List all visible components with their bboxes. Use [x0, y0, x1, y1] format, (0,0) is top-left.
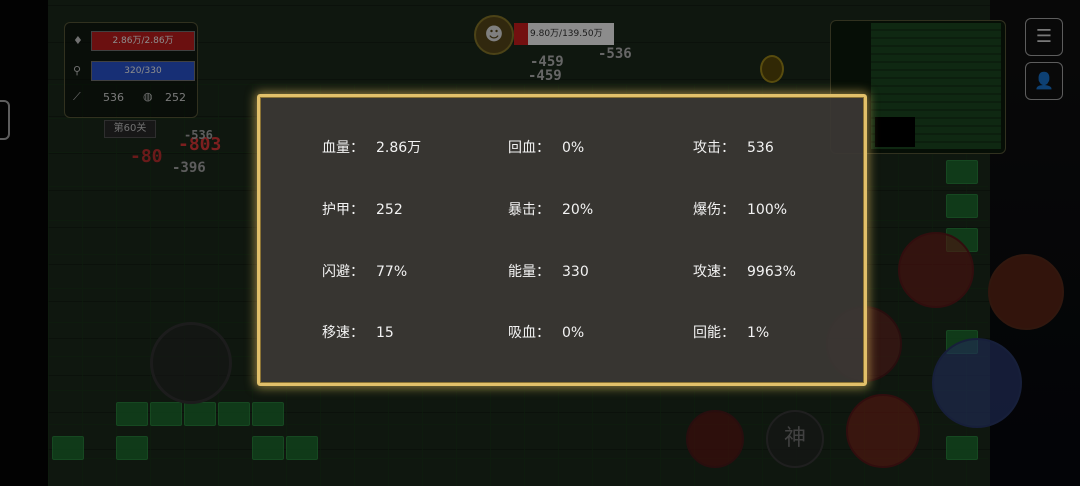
- stat-value: 20%: [562, 202, 594, 218]
- stat-armor: 护甲： 252: [322, 199, 403, 219]
- stat-attack: 攻击： 536: [693, 137, 774, 157]
- stat-value: 77%: [376, 264, 408, 280]
- stat-value: 100%: [747, 202, 788, 218]
- stat-label: 攻速：: [693, 264, 735, 280]
- stat-energy: 能量： 330: [508, 261, 589, 281]
- stat-value: 330: [562, 264, 589, 280]
- stat-label: 吸血：: [508, 325, 550, 341]
- stat-crit-damage: 爆伤： 100%: [693, 199, 787, 219]
- stat-energy-regen: 回能： 1%: [693, 322, 769, 342]
- stat-label: 闪避：: [322, 264, 364, 280]
- stat-lifesteal: 吸血： 0%: [508, 322, 584, 342]
- stat-label: 回血：: [508, 140, 550, 156]
- stat-value: 0%: [562, 140, 585, 156]
- stat-label: 移速：: [322, 325, 364, 341]
- stat-label: 血量：: [322, 140, 364, 156]
- stat-label: 爆伤：: [693, 202, 735, 218]
- stat-value: 2.86万: [376, 140, 422, 156]
- character-stats-panel: 血量： 2.86万 回血： 0% 攻击： 536 护甲： 252 暴击： 20% 爆伤： 1…: [257, 94, 867, 386]
- stat-label: 回能：: [693, 325, 735, 341]
- stat-label: 能量：: [508, 264, 550, 280]
- stat-move-speed: 移速： 15: [322, 322, 394, 342]
- stat-label: 护甲：: [322, 202, 364, 218]
- stat-value: 9963%: [747, 264, 796, 280]
- stat-value: 15: [376, 325, 394, 341]
- stat-value: 536: [747, 140, 774, 156]
- stat-dodge: 闪避： 77%: [322, 261, 407, 281]
- stat-value: 252: [376, 202, 403, 218]
- stat-value: 0%: [562, 325, 585, 341]
- stat-label: 攻击：: [693, 140, 735, 156]
- stat-regen: 回血： 0%: [508, 137, 584, 157]
- stat-value: 1%: [747, 325, 770, 341]
- stat-crit: 暴击： 20%: [508, 199, 593, 219]
- stat-attack-speed: 攻速： 9963%: [693, 261, 796, 281]
- stat-hp: 血量： 2.86万: [322, 137, 421, 157]
- stat-label: 暴击：: [508, 202, 550, 218]
